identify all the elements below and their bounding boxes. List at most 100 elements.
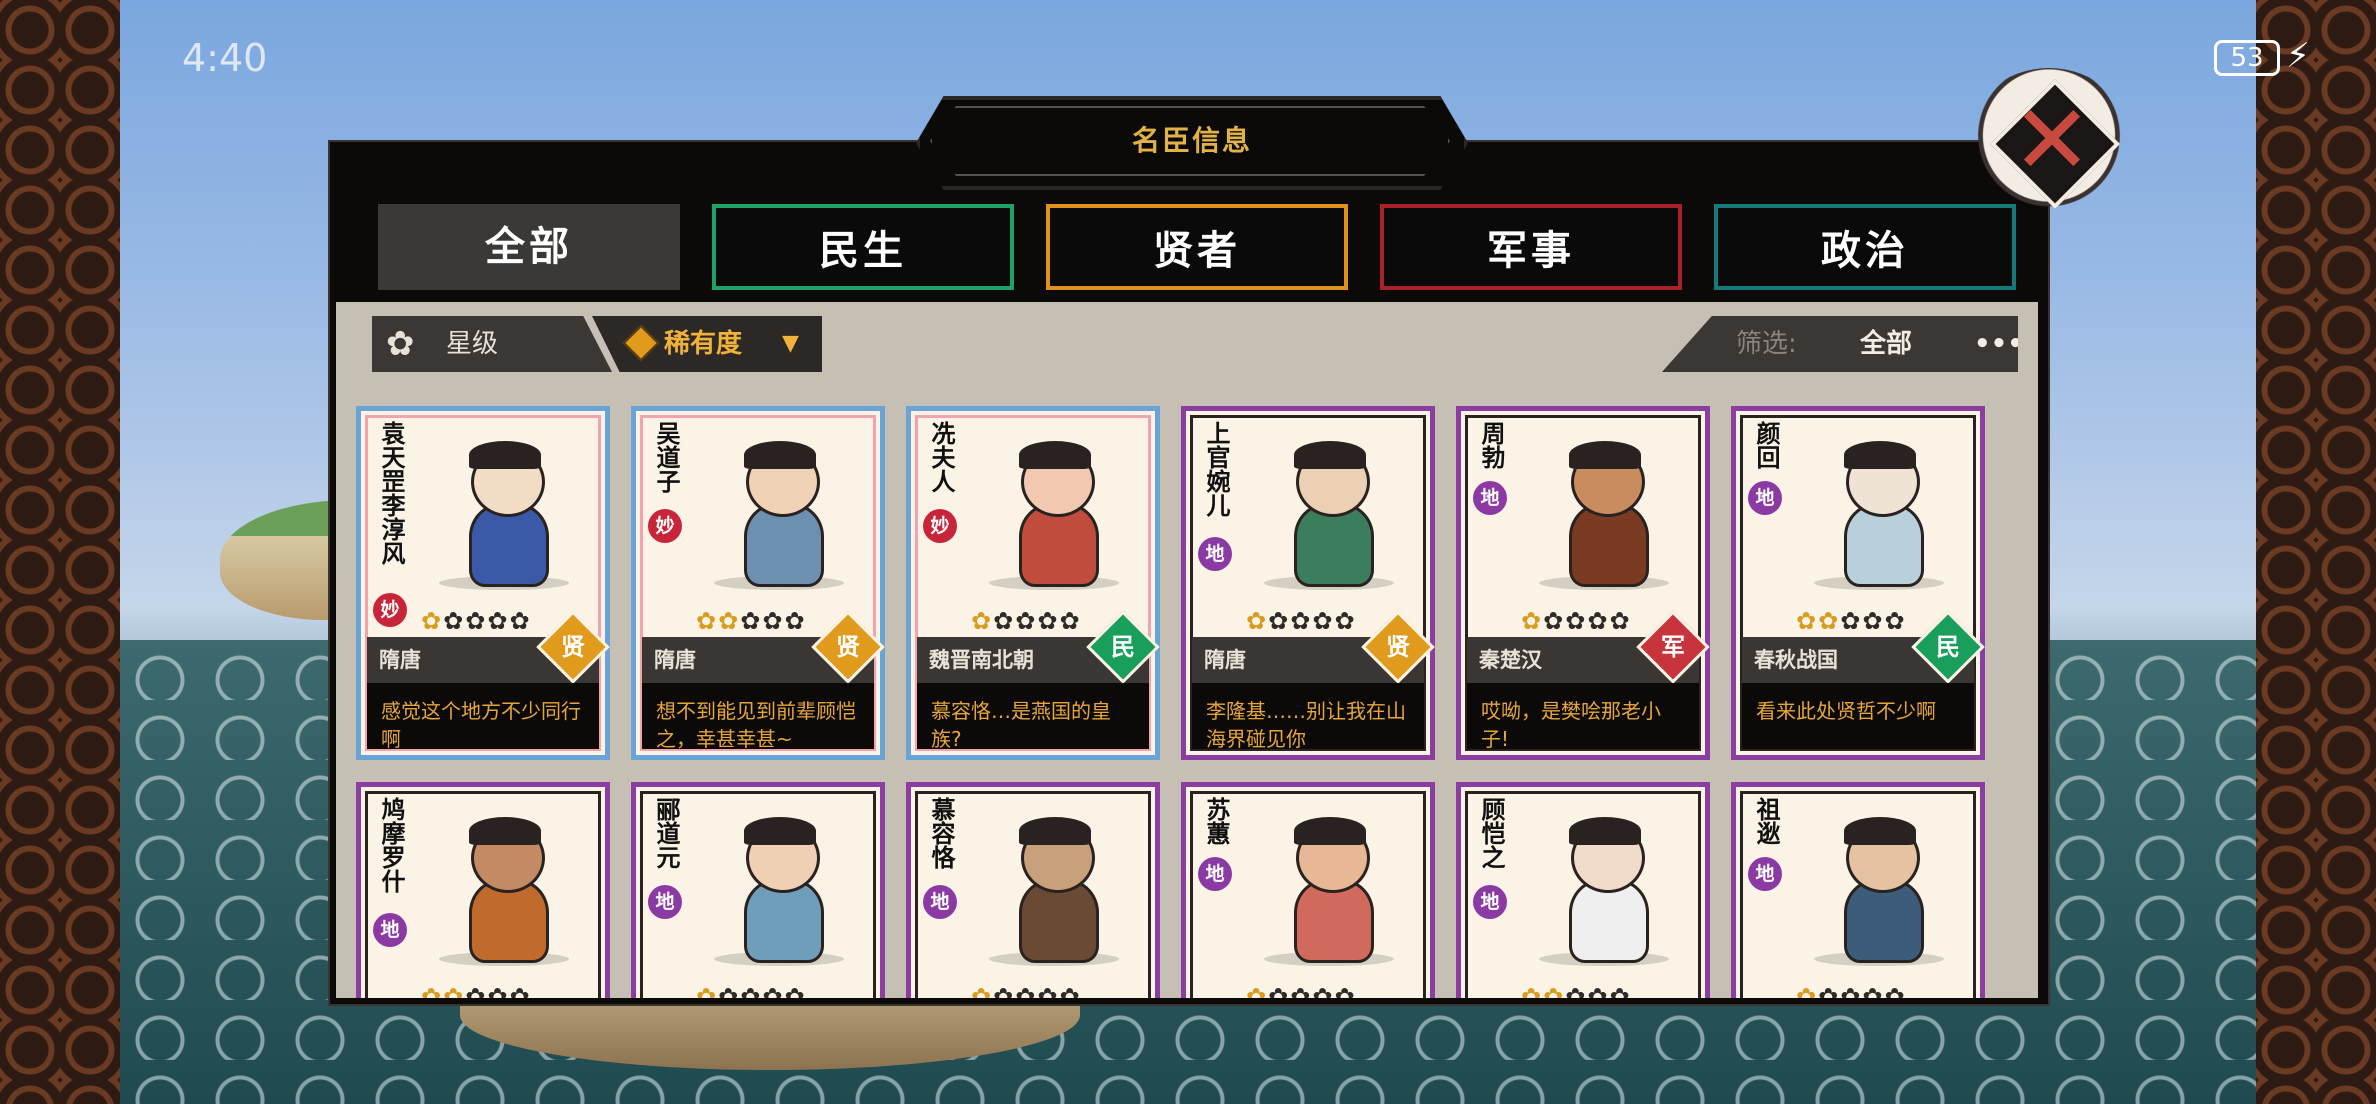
star-icon: ✿ [1609, 607, 1632, 635]
star-icon: ✿ [993, 983, 1016, 998]
star-icon: ✿ [1840, 607, 1863, 635]
minister-card[interactable]: 周勃地 ✿✿✿✿✿ 秦楚汉军哎呦，是樊哙那老小子! [1456, 406, 1710, 760]
star-icon: ✿ [1521, 607, 1544, 635]
role-label: 民 [1936, 633, 1960, 661]
rank-di-badge: 地 [1473, 885, 1507, 919]
star-icon: ✿ [1312, 983, 1335, 998]
minister-name: 上官婉儿 [1202, 421, 1230, 517]
tab-military[interactable]: 军事 [1380, 204, 1682, 290]
star-rating: ✿✿✿✿✿ [696, 983, 807, 998]
star-rating: ✿✿✿✿✿ [421, 983, 532, 998]
minister-name: 周勃 [1477, 421, 1505, 469]
minister-card[interactable]: 祖逖地 ✿✿✿✿✿ [1731, 782, 1985, 998]
minister-card[interactable]: 上官婉儿地 ✿✿✿✿✿ 隋唐贤李隆基……别让我在山海界碰见你 [1181, 406, 1435, 760]
minister-quote: 哎呦，是樊哙那老小子! [1467, 683, 1699, 751]
minister-card[interactable]: 郦道元地 ✿✿✿✿✿ [631, 782, 885, 998]
star-icon: ✿ [1334, 607, 1357, 635]
portrait-hair [1294, 441, 1366, 469]
role-label: 军 [1661, 633, 1685, 661]
rank-di-badge: 地 [373, 913, 407, 947]
rank-di-badge: 地 [1198, 857, 1232, 891]
star-icon: ✿ [1565, 607, 1588, 635]
star-icon: ✿ [487, 983, 510, 998]
flower-icon: ✿ [386, 324, 415, 364]
tab-politics[interactable]: 政治 [1714, 204, 2016, 290]
star-icon: ✿ [1290, 607, 1313, 635]
minister-portrait [1244, 441, 1414, 591]
star-icon: ✿ [1543, 607, 1566, 635]
star-icon: ✿ [1290, 983, 1313, 998]
star-icon: ✿ [1059, 607, 1082, 635]
rank-di-badge: 地 [1748, 857, 1782, 891]
star-icon: ✿ [509, 607, 532, 635]
star-rating: ✿✿✿✿✿ [421, 607, 532, 635]
star-icon: ✿ [1059, 983, 1082, 998]
sort-by-star-button[interactable]: ✿ 星级 [372, 316, 612, 372]
role-label: 民 [1111, 633, 1135, 661]
star-icon: ✿ [784, 607, 807, 635]
star-icon: ✿ [1037, 983, 1060, 998]
star-icon: ✿ [1862, 983, 1885, 998]
star-rating: ✿✿✿✿✿ [696, 607, 807, 635]
minister-name: 慕容恪 [927, 797, 955, 869]
star-icon: ✿ [465, 983, 488, 998]
left-wave-border [0, 0, 120, 1104]
rank-di-badge: 地 [923, 885, 957, 919]
close-button[interactable]: ✕ [1966, 68, 2132, 218]
minister-card[interactable]: 吴道子妙 ✿✿✿✿✿ 隋唐贤想不到能见到前辈顾恺之，幸甚幸甚~ [631, 406, 885, 760]
rank-di-badge: 地 [648, 885, 682, 919]
star-icon: ✿ [971, 607, 994, 635]
star-icon: ✿ [696, 607, 719, 635]
minister-portrait [1794, 817, 1964, 967]
star-rating: ✿✿✿✿✿ [971, 607, 1082, 635]
minister-quote: 慕容恪…是燕国的皇族? [917, 683, 1149, 751]
star-icon: ✿ [1268, 607, 1291, 635]
star-icon: ✿ [1015, 983, 1038, 998]
role-label: 贤 [836, 633, 860, 661]
star-icon: ✿ [1543, 983, 1566, 998]
portrait-hair [1844, 817, 1916, 845]
minister-card[interactable]: 冼夫人妙 ✿✿✿✿✿ 魏晋南北朝民慕容恪…是燕国的皇族? [906, 406, 1160, 760]
portrait-hair [1019, 817, 1091, 845]
portrait-hair [744, 817, 816, 845]
minister-portrait [694, 817, 864, 967]
star-icon: ✿ [762, 607, 785, 635]
tab-livelihood[interactable]: 民生 [712, 204, 1014, 290]
star-icon: ✿ [1521, 983, 1544, 998]
filter-bar[interactable]: 筛选: 全部 ••• [1662, 316, 2018, 372]
status-time: 4:40 [182, 36, 268, 80]
chevron-down-icon: ▼ [782, 331, 799, 356]
tab-sage[interactable]: 贤者 [1046, 204, 1348, 290]
star-icon: ✿ [487, 607, 510, 635]
star-icon: ✿ [1862, 607, 1885, 635]
star-icon: ✿ [740, 607, 763, 635]
minister-quote: 看来此处贤哲不少啊 [1742, 683, 1974, 749]
star-icon: ✿ [1587, 983, 1610, 998]
minister-card[interactable]: 苏蕙地 ✿✿✿✿✿ [1181, 782, 1435, 998]
minister-portrait [1519, 817, 1689, 967]
minister-card[interactable]: 鸠摩罗什地 ✿✿✿✿✿ [356, 782, 610, 998]
star-rating: ✿✿✿✿✿ [1521, 607, 1632, 635]
minister-portrait [1794, 441, 1964, 591]
minister-name: 袁天罡李淳风 [377, 421, 405, 565]
minister-portrait [1244, 817, 1414, 967]
star-icon: ✿ [762, 983, 785, 998]
right-wave-border [2256, 0, 2376, 1104]
diamond-icon [622, 324, 660, 362]
tab-all[interactable]: 全部 [378, 204, 680, 290]
minister-card[interactable]: 慕容恪地 ✿✿✿✿✿ [906, 782, 1160, 998]
minister-quote: 李隆基……别让我在山海界碰见你 [1192, 683, 1424, 751]
minister-card[interactable]: 袁天罡李淳风妙 ✿✿✿✿✿ 隋唐贤感觉这个地方不少同行啊 [356, 406, 610, 760]
panel-title: 名臣信息 [1131, 124, 1252, 157]
minister-name: 颜回 [1752, 421, 1780, 469]
portrait-hair [1569, 441, 1641, 469]
minister-name: 顾恺之 [1477, 797, 1505, 869]
rank-di-badge: 地 [1473, 481, 1507, 515]
minister-card[interactable]: 顾恺之地 ✿✿✿✿✿ [1456, 782, 1710, 998]
minister-portrait [969, 441, 1139, 591]
more-options-icon[interactable]: ••• [1974, 316, 2018, 372]
minister-card[interactable]: 颜回地 ✿✿✿✿✿ 春秋战国民看来此处贤哲不少啊 [1731, 406, 1985, 760]
star-icon: ✿ [1587, 607, 1610, 635]
rank-miao-badge: 妙 [648, 509, 682, 543]
sort-by-rarity-button[interactable]: 稀有度 ▼ [592, 316, 822, 372]
